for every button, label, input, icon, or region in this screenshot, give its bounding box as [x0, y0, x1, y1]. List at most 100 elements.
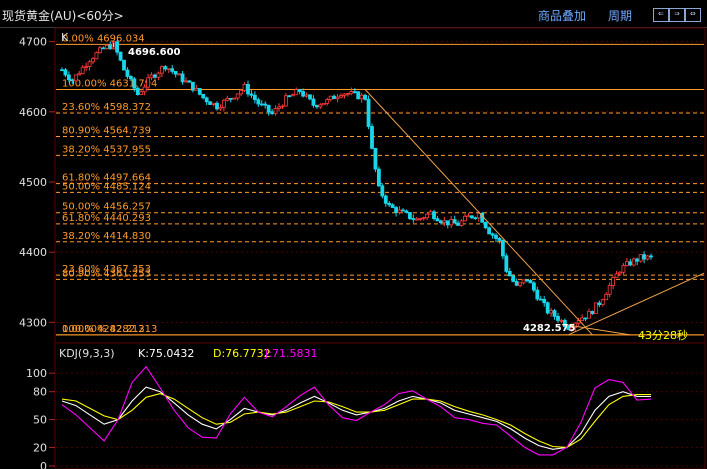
- price-tick-label: 4700: [19, 36, 47, 49]
- candle-body: [559, 319, 564, 322]
- candle-body: [631, 258, 636, 266]
- candle-body: [366, 98, 371, 127]
- candle-body: [149, 74, 154, 79]
- candle-body: [363, 94, 368, 100]
- candle-body: [483, 221, 488, 229]
- candle-body: [304, 94, 309, 97]
- candle-body: [428, 211, 433, 215]
- candle-body: [390, 204, 395, 208]
- candle-body: [538, 298, 543, 301]
- candle-body: [618, 271, 622, 275]
- candle-body: [180, 73, 185, 83]
- candle-body: [645, 255, 650, 260]
- candle-body: [356, 91, 361, 100]
- candle-body: [535, 289, 540, 300]
- candle-body: [525, 279, 529, 282]
- candle-body: [135, 87, 140, 96]
- candle-body: [215, 102, 219, 110]
- candle-body: [414, 218, 419, 221]
- candle-body: [438, 220, 443, 224]
- candle-body: [587, 310, 591, 319]
- candle-body: [542, 299, 547, 304]
- candle-body: [263, 103, 268, 106]
- candle-body: [308, 94, 312, 100]
- candle-body: [376, 168, 381, 187]
- candle-body: [511, 275, 516, 282]
- candle-body: [373, 147, 378, 170]
- candle-body: [621, 265, 626, 273]
- candle-body: [270, 111, 275, 114]
- candle-body: [187, 80, 192, 83]
- fib-level-label: 0.00% 4282.213: [62, 324, 145, 335]
- candle-body: [201, 93, 206, 99]
- candle-body: [294, 89, 299, 96]
- candle-body: [163, 66, 168, 70]
- candle-body: [469, 215, 474, 219]
- kdj-tick-label: 80: [33, 386, 47, 399]
- candle-body: [600, 299, 605, 306]
- candle-body: [146, 77, 151, 88]
- candle-body: [235, 93, 240, 99]
- price-tick-label: 4400: [19, 246, 47, 259]
- candle-body: [77, 73, 82, 76]
- candle-body: [252, 94, 257, 101]
- candle-body: [418, 217, 423, 220]
- candle-body: [87, 61, 92, 67]
- countdown-label: 43分28秒: [638, 328, 688, 342]
- candle-body: [239, 89, 244, 95]
- candle-body: [177, 73, 182, 76]
- plot-frame: [54, 27, 706, 469]
- candle-body: [604, 293, 609, 301]
- candle-body: [342, 93, 347, 96]
- candle-body: [283, 95, 288, 107]
- candle-body: [507, 271, 512, 277]
- candle-body: [642, 254, 647, 260]
- candle-body: [449, 219, 454, 226]
- fib-level-label: 61.80% 4440.293: [62, 213, 151, 224]
- candle-body: [607, 285, 612, 295]
- candle-body: [225, 97, 230, 101]
- candle-body: [73, 74, 78, 82]
- fib-level-label: 23.60% 4598.372: [62, 102, 151, 113]
- candle-body: [132, 78, 137, 89]
- panel-label: K: [61, 31, 69, 44]
- candle-body: [66, 74, 71, 81]
- candle-body: [407, 212, 412, 219]
- kdj-title: KDJ(9,3,3): [59, 347, 115, 360]
- candle-body: [345, 93, 350, 96]
- candle-body: [370, 126, 374, 149]
- candle-body: [614, 273, 619, 278]
- candle-body: [383, 195, 388, 204]
- candle-body: [321, 102, 326, 106]
- fib-fan-line-short: [568, 324, 631, 336]
- candle-body: [387, 202, 392, 206]
- kdj-d-value: D:76.7732: [213, 347, 271, 360]
- candle-body: [339, 95, 343, 98]
- candle-body: [232, 97, 237, 100]
- candle-body: [556, 316, 560, 321]
- candle-body: [518, 282, 523, 286]
- candle-body: [228, 97, 233, 100]
- candle-body: [580, 317, 585, 322]
- fib-level-label: 38.20% 4414.830: [62, 231, 151, 242]
- high-price-label: 4696.600: [128, 47, 181, 58]
- candle-body: [531, 282, 536, 291]
- candle-body: [301, 91, 306, 97]
- candle-body: [318, 104, 323, 108]
- fib-level-label: 50.00% 4456.257: [62, 202, 151, 213]
- candle-body: [273, 108, 278, 114]
- kdj-j-value: J:71.5831: [264, 347, 317, 360]
- kdj-tick-label: 100: [26, 367, 47, 380]
- candle-body: [190, 81, 195, 91]
- candle-body: [122, 59, 126, 71]
- fib-level-label: 38.20% 4537.955: [62, 144, 151, 155]
- candle-body: [593, 302, 598, 314]
- candle-body: [335, 96, 340, 100]
- candle-body: [277, 106, 281, 109]
- candle-body: [359, 94, 364, 100]
- candle-body: [590, 310, 595, 314]
- candle-body: [249, 93, 254, 96]
- fib-level-label: 0.00% 4696.034: [62, 33, 145, 44]
- kdj-tick-label: 50: [33, 414, 47, 427]
- candle-body: [628, 261, 633, 266]
